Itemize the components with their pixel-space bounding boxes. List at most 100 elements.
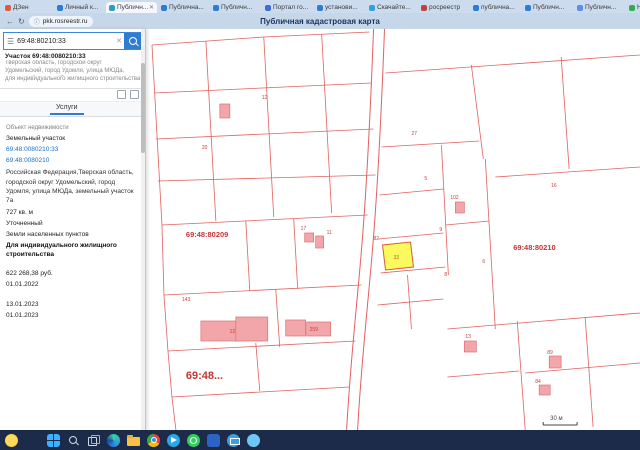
tab-label: публична...: [481, 4, 515, 11]
more-actions-icon[interactable]: [130, 90, 139, 100]
svg-text:22: 22: [230, 329, 236, 335]
tab-label: Публичн...: [533, 4, 565, 11]
page-title: Публичная кадастровая карта: [260, 16, 380, 26]
road-lines: [346, 29, 386, 430]
browser-tab-strip: ДЗен Личный к... Публичн... ✕ Публична...…: [0, 0, 640, 13]
site-info-icon[interactable]: ⓘ: [34, 17, 40, 26]
browser-tab[interactable]: Публичн...: [522, 2, 573, 13]
browser-tab[interactable]: Скачайте...: [366, 2, 417, 13]
browser-tab[interactable]: росреестр: [418, 2, 469, 13]
cost-date-value: 01.01.2022: [6, 281, 39, 289]
telegram-icon[interactable]: [167, 433, 180, 447]
tab-favicon-icon: [265, 4, 271, 11]
sidebar-scrollbar[interactable]: [141, 29, 145, 430]
taskbar: [0, 430, 640, 450]
object-address: Российская Федерация,Тверская область, г…: [6, 169, 134, 204]
back-icon[interactable]: ←: [6, 17, 14, 26]
tab-label: Портал го...: [273, 4, 309, 11]
update-date-value: 01.01.2023: [6, 311, 39, 319]
sidebar: ☰ 69:48:80210:33 ✕ Участок 69:48:0080210…: [0, 29, 146, 430]
tab-favicon-icon: [161, 4, 167, 11]
svg-text:27: 27: [411, 131, 417, 137]
taskbar-search-icon[interactable]: [67, 434, 80, 447]
cadastral-cost-value: 622 268,38 руб.: [6, 270, 53, 278]
edge-icon[interactable]: [107, 433, 120, 447]
tab-label: Публична...: [169, 4, 204, 11]
search-input[interactable]: ☰ 69:48:80210:33 ✕: [3, 32, 142, 50]
address-bar: ← ↻ ⓘ pkk.rosreestr.ru Публичная кадастр…: [0, 13, 640, 29]
whatsapp-icon[interactable]: [187, 433, 200, 447]
tab-favicon-icon: [421, 4, 427, 11]
tab-label: Публичн...: [221, 4, 253, 11]
menu-icon[interactable]: ☰: [4, 37, 17, 46]
browser-tab[interactable]: Портал го...: [262, 2, 313, 13]
svg-text:13: 13: [465, 334, 471, 340]
tab-favicon-icon: [57, 4, 63, 11]
browser-tab[interactable]: Публичн...: [210, 2, 261, 13]
quarter-labels: 69:48:80209 69:48:80210 69:48...: [186, 230, 556, 382]
cadastral-number-link[interactable]: 69:48:0080210:33: [6, 145, 137, 154]
tab-label: росреестр: [429, 4, 461, 11]
registration-date-value: 13.01.2023: [6, 300, 39, 308]
status-value: Уточненный: [6, 219, 43, 227]
tab-favicon-icon: [317, 4, 323, 11]
task-view-icon[interactable]: [87, 434, 100, 447]
file-explorer-icon[interactable]: [127, 435, 140, 446]
weather-icon[interactable]: [5, 433, 18, 447]
land-category-value: Земли населенных пунктов: [6, 231, 89, 239]
browser-tab[interactable]: публична...: [470, 2, 521, 13]
tab-label: Публичн...: [585, 4, 617, 11]
area-value: 727 кв. м: [6, 208, 34, 216]
tab-favicon-icon: [577, 4, 583, 11]
object-info-panel: Объект недвижимости Земельный участок 69…: [0, 117, 145, 326]
reload-icon[interactable]: ↻: [18, 17, 25, 26]
search-icon: [128, 37, 137, 45]
search-suggestion-item[interactable]: Участок 69:48:0080210:33 Тверская област…: [0, 50, 145, 89]
mail-icon[interactable]: [227, 433, 240, 447]
scale-bar: 30 м: [542, 416, 578, 426]
svg-text:16: 16: [551, 183, 557, 189]
svg-text:69:48...: 69:48...: [186, 370, 223, 382]
svg-text:5: 5: [424, 176, 427, 182]
svg-text:102: 102: [450, 195, 459, 201]
sidebar-tab-bar: Услуги: [0, 101, 145, 117]
permitted-use-value: Для индивидуального жилищного строительс…: [6, 242, 117, 259]
quarter-number-link[interactable]: 69:48:0080210: [6, 156, 137, 165]
browser-tab[interactable]: Найро —: [626, 2, 640, 13]
expand-panel-icon[interactable]: [117, 90, 126, 100]
tab-favicon-icon: [629, 4, 635, 11]
tab-services[interactable]: Услуги: [50, 103, 84, 115]
browser-tab[interactable]: Личный к...: [54, 2, 105, 13]
url-text: pkk.rosreestr.ru: [42, 17, 88, 25]
svg-text:143: 143: [182, 297, 191, 303]
parcel-number-labels: 27 9 5 8 82 6 16 17 11 22 259 143 102 13…: [182, 95, 557, 385]
suggestion-use: для индивидуального жилищного строительс…: [5, 76, 140, 82]
svg-text:69:48:80210: 69:48:80210: [513, 243, 555, 252]
browser-tab[interactable]: установи...: [314, 2, 365, 13]
browser-tab[interactable]: Публична...: [158, 2, 209, 13]
search-button[interactable]: [124, 33, 141, 49]
svg-text:9: 9: [439, 227, 442, 233]
start-button[interactable]: [47, 433, 60, 447]
browser-tab[interactable]: Публичн...: [574, 2, 625, 13]
url-box[interactable]: ⓘ pkk.rosreestr.ru: [28, 15, 93, 27]
object-section-label: Объект недвижимости: [6, 124, 69, 131]
store-icon[interactable]: [247, 433, 260, 447]
close-tab-icon[interactable]: ✕: [149, 4, 154, 11]
tab-label: Скачайте...: [377, 4, 411, 11]
word-icon[interactable]: [207, 433, 220, 447]
svg-text:84: 84: [535, 379, 541, 385]
svg-text:69:48:80209: 69:48:80209: [186, 230, 228, 239]
cadastral-map: 27 9 5 8 82 6 16 17 11 22 259 143 102 13…: [151, 29, 640, 430]
scrollbar-thumb[interactable]: [141, 63, 145, 153]
browser-tab[interactable]: ДЗен: [2, 2, 53, 13]
svg-text:89: 89: [547, 350, 553, 356]
chrome-icon[interactable]: [147, 433, 160, 447]
tab-favicon-icon: [213, 4, 219, 11]
tab-favicon-icon: [473, 4, 479, 11]
clear-search-icon[interactable]: ✕: [114, 37, 124, 45]
buildings: [200, 103, 562, 396]
svg-text:259: 259: [310, 327, 319, 333]
map-canvas[interactable]: 27 9 5 8 82 6 16 17 11 22 259 143 102 13…: [146, 29, 640, 430]
browser-tab-active[interactable]: Публичн... ✕: [106, 2, 157, 13]
